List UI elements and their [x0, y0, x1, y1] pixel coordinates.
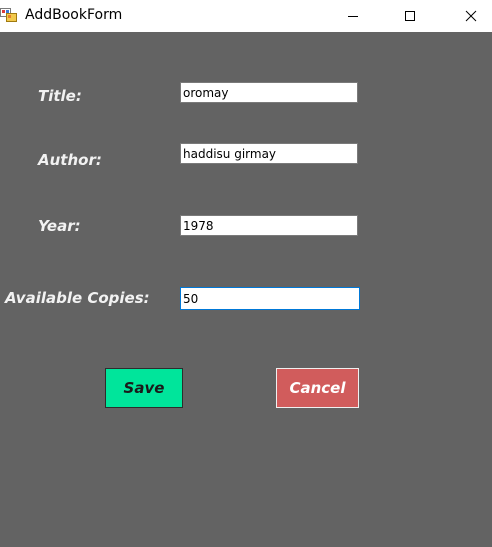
- add-book-window: AddBookForm Title: Author: Year: Availab…: [0, 0, 492, 547]
- author-input[interactable]: [180, 143, 358, 164]
- app-icon: [0, 7, 18, 23]
- year-label: Year:: [38, 217, 81, 235]
- window-title: AddBookForm: [25, 7, 123, 23]
- available-copies-label: Available Copies:: [5, 289, 150, 307]
- minimize-button[interactable]: [330, 0, 376, 32]
- title-label: Title:: [38, 87, 82, 105]
- year-input[interactable]: [180, 215, 358, 236]
- author-label: Author:: [38, 151, 102, 169]
- save-button[interactable]: Save: [105, 368, 183, 408]
- available-copies-input[interactable]: [180, 287, 360, 310]
- title-bar[interactable]: AddBookForm: [0, 0, 492, 32]
- cancel-button[interactable]: Cancel: [276, 368, 359, 408]
- maximize-button[interactable]: [387, 0, 433, 32]
- close-button[interactable]: [448, 0, 492, 32]
- title-input[interactable]: [180, 82, 358, 103]
